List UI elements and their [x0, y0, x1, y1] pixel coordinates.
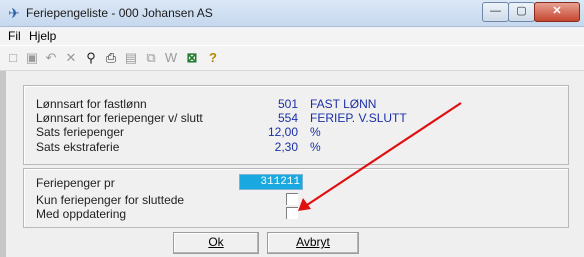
title-bar: ✈ Feriepengeliste - 000 Johansen AS — ▢ … [0, 0, 584, 27]
label-kun-sluttede: Kun feriepenger for sluttede [36, 193, 185, 207]
value-sats-feriepenger: 12,00 [267, 125, 298, 139]
help-icon[interactable]: ? [204, 49, 222, 67]
cancel-button[interactable]: Avbryt [267, 232, 359, 254]
label-sats-feriepenger: Sats feriepenger [36, 125, 125, 139]
label-sats-ekstraferie: Sats ekstraferie [36, 140, 120, 154]
save-icon[interactable]: ▣ [23, 49, 41, 67]
cancel-label: Avbryt [296, 235, 330, 249]
maximize-button[interactable]: ▢ [508, 2, 535, 22]
minimize-button[interactable]: — [482, 2, 509, 22]
preview-icon[interactable]: ▤ [122, 49, 140, 67]
with-update-checkbox[interactable] [286, 207, 298, 219]
excel-icon[interactable]: ⊠ [183, 49, 201, 67]
label-fastlonn: Lønnsart for fastlønn [36, 97, 147, 111]
label-feriepenger-pr: Feriepenger pr [36, 176, 115, 190]
unit-sats-feriepenger: % [310, 125, 321, 139]
value-feriepenger-slutt: 554 [277, 111, 298, 125]
menu-bar: Fil Hjelp [0, 27, 584, 45]
only-terminated-checkbox[interactable] [286, 193, 298, 205]
window-title: Feriepengeliste - 000 Johansen AS [26, 6, 213, 20]
menu-hjelp[interactable]: Hjelp [29, 29, 56, 43]
unit-sats-ekstraferie: % [310, 140, 321, 154]
toolbar: □ ▣ ↶ ✕ ⚲ ⎙ ▤ ⧉ W ⊠ ? [0, 46, 584, 71]
label-feriepenger-slutt: Lønnsart for feriepenger v/ slutt [36, 111, 203, 125]
app-icon: ✈ [8, 5, 20, 21]
date-input[interactable] [239, 174, 303, 190]
text-feriepenger-slutt: FERIEP. V.SLUTT [310, 111, 407, 125]
find-icon[interactable]: ⚲ [82, 49, 100, 67]
value-fastlonn: 501 [277, 97, 298, 111]
copy-icon[interactable]: ⧉ [142, 49, 160, 67]
label-med-oppdatering: Med oppdatering [36, 207, 127, 221]
value-sats-ekstraferie: 2,30 [274, 140, 298, 154]
word-icon[interactable]: W [162, 49, 180, 67]
delete-icon[interactable]: ✕ [62, 49, 80, 67]
close-button[interactable]: ✕ [534, 2, 580, 22]
ok-label: Ok [208, 235, 224, 249]
text-fastlonn: FAST LØNN [310, 97, 377, 111]
print-icon[interactable]: ⎙ [102, 49, 120, 67]
new-icon[interactable]: □ [4, 49, 22, 67]
menu-fil[interactable]: Fil [8, 29, 21, 43]
undo-icon[interactable]: ↶ [42, 49, 60, 67]
ok-button[interactable]: Ok [173, 232, 259, 254]
